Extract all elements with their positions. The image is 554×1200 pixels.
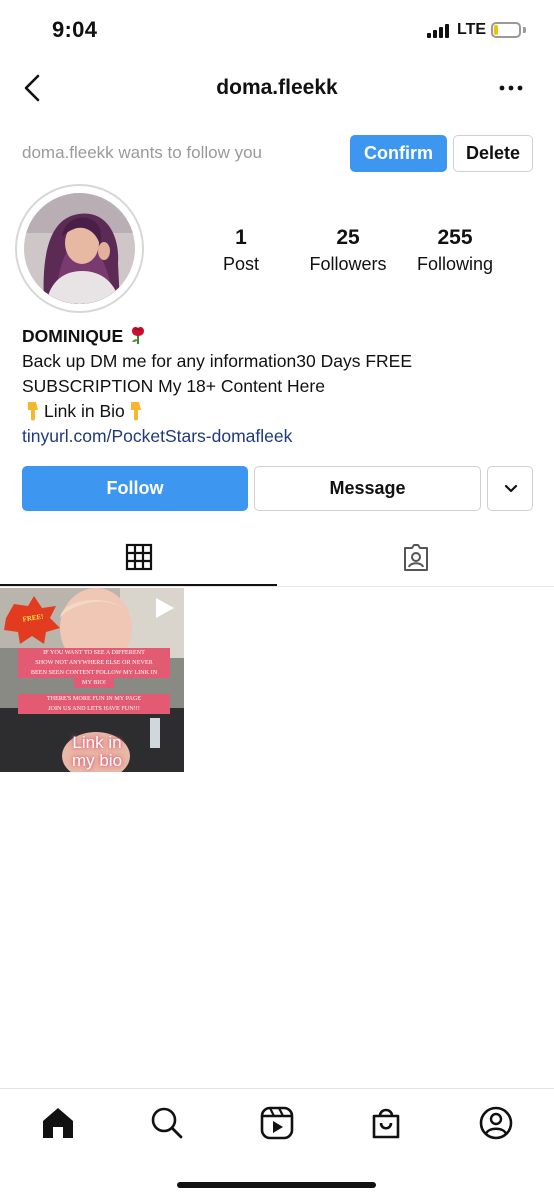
following-label: Following	[416, 254, 494, 274]
follow-request-text: doma.fleekk wants to follow you	[22, 143, 263, 162]
shop-icon	[372, 1108, 400, 1139]
overlay-line: THERE'S MORE FUN IN MY PAGE	[18, 694, 170, 704]
follow-request-banner: doma.fleekk wants to follow you Confirm …	[0, 134, 554, 174]
bio-link-label: Link in Bio	[44, 401, 125, 421]
nav-shop[interactable]	[366, 1103, 406, 1143]
overlay-line: MY BIO!	[74, 678, 114, 688]
posts-label: Post	[222, 254, 260, 274]
grid-icon	[125, 543, 152, 571]
network-type: LTE	[457, 21, 487, 38]
posts-stat[interactable]: 1 Post	[186, 226, 296, 275]
followers-label: Followers	[309, 254, 387, 274]
reels-icon	[260, 1106, 294, 1140]
posts-count: 1	[235, 226, 247, 249]
signal-icon	[427, 24, 451, 38]
nav-profile[interactable]	[476, 1103, 516, 1143]
pointing-down-emoji-icon	[28, 402, 38, 421]
status-bar: 9:04 LTE	[0, 0, 554, 62]
overlay-line: BEEN SEEN CONTENT FOLLOW MY LINK IN	[18, 668, 170, 678]
following-count: 255	[437, 226, 473, 249]
profile-tabs	[0, 530, 554, 587]
bio-link-line: Link in Bio	[22, 399, 542, 424]
confirm-button[interactable]: Confirm	[350, 135, 447, 172]
overlay-line: SHOW NOT ANYWHERE ELSE OR NEVER	[18, 658, 170, 668]
followers-stat[interactable]: 25 Followers	[293, 226, 403, 275]
home-indicator[interactable]	[177, 1182, 376, 1188]
search-icon	[151, 1107, 183, 1139]
rose-emoji-icon	[132, 327, 144, 344]
suggested-accounts-button[interactable]	[487, 466, 533, 511]
page-title: doma.fleekk	[216, 76, 338, 99]
home-icon	[43, 1108, 73, 1138]
display-name: DOMINIQUE	[22, 326, 124, 346]
battery-cap	[523, 27, 526, 33]
link-in-bio-overlay: Link in my bio	[62, 734, 132, 770]
profile-bio: DOMINIQUE Back up DM me for any informat…	[22, 324, 542, 449]
profile-icon	[479, 1106, 513, 1140]
overlay-link-text: Link in	[72, 733, 122, 752]
message-button[interactable]: Message	[254, 466, 481, 511]
more-options-button[interactable]	[496, 74, 526, 102]
tab-tagged[interactable]	[277, 530, 554, 586]
nav-search[interactable]	[147, 1103, 187, 1143]
battery-icon	[491, 22, 521, 38]
post-caption-overlay: IF YOU WANT TO SEE A DIFFERENT SHOW NOT …	[18, 648, 170, 714]
tab-posts-grid[interactable]	[0, 530, 277, 586]
overlay-line: JOIN US AND LETS HAVE FUN!!!	[18, 704, 170, 714]
avatar-photo	[24, 193, 135, 304]
profile-header: doma.fleekk	[0, 62, 554, 118]
nav-home[interactable]	[38, 1103, 78, 1143]
post-thumbnail[interactable]: FREE! IF YOU WANT TO SEE A DIFFERENT SHO…	[0, 588, 184, 772]
nav-reels[interactable]	[257, 1103, 297, 1143]
pointing-down-emoji-icon	[130, 402, 141, 421]
follow-button[interactable]: Follow	[22, 466, 248, 511]
avatar[interactable]	[15, 184, 144, 313]
reel-play-icon	[156, 598, 174, 618]
following-stat[interactable]: 255 Following	[400, 226, 510, 275]
status-time: 9:04	[52, 17, 98, 42]
followers-count: 25	[336, 226, 360, 249]
delete-button[interactable]: Delete	[453, 135, 533, 172]
overlay-link-text: my bio	[71, 751, 123, 770]
tagged-icon	[403, 544, 428, 571]
overlay-line: IF YOU WANT TO SEE A DIFFERENT	[18, 648, 170, 658]
bio-text: Back up DM me for any information30 Days…	[22, 351, 413, 396]
chevron-down-icon	[504, 484, 518, 493]
bio-url-link[interactable]: tinyurl.com/PocketStars-domafleek	[22, 424, 542, 449]
more-horizontal-icon	[499, 85, 523, 91]
